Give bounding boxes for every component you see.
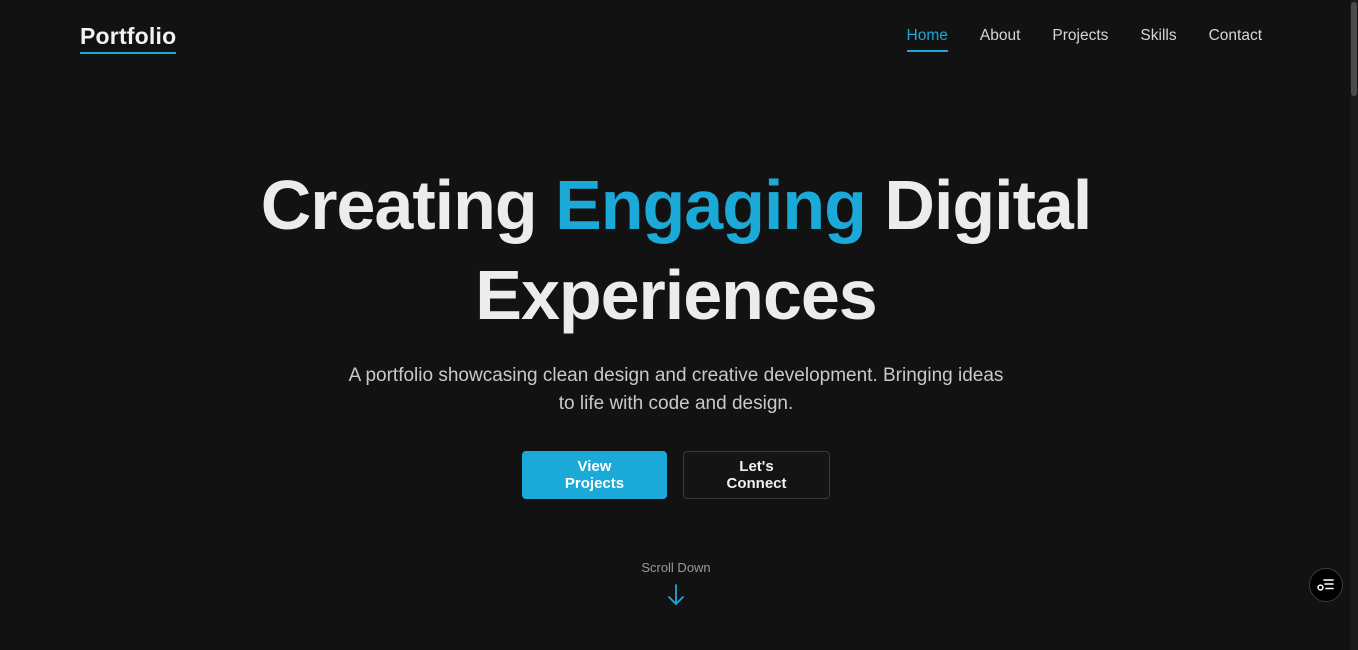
site-header: Portfolio Home About Projects Skills Con… [0,0,1348,76]
hero-buttons: View Projects Let's Connect [0,451,1352,499]
hero-headline: Creating Engaging Digital Experiences [0,160,1352,340]
headline-accent-word: Engaging [555,166,867,244]
hero-subtitle: A portfolio showcasing clean design and … [348,365,1004,414]
nav-link-home[interactable]: Home [906,26,948,52]
headline-line-two: Experiences [475,256,877,334]
nav-link-skills[interactable]: Skills [1140,26,1176,52]
hero-section: Creating Engaging Digital Experiences A p… [0,160,1352,418]
nav-link-contact[interactable]: Contact [1209,26,1262,52]
page: Portfolio Home About Projects Skills Con… [0,0,1358,650]
lets-connect-button[interactable]: Let's Connect [683,451,830,499]
nav-link-about[interactable]: About [980,26,1021,52]
logo[interactable]: Portfolio [80,22,177,54]
arrow-down-icon [668,584,684,605]
headline-text-start: Creating [260,166,556,244]
page-scrollbar[interactable] [1350,0,1358,650]
scrollbar-thumb[interactable] [1351,2,1357,96]
main-nav: Home About Projects Skills Contact [906,26,1262,52]
scroll-down-label: Scroll Down [641,560,711,575]
scroll-indicator[interactable]: Scroll Down [0,560,1352,606]
nav-link-projects[interactable]: Projects [1052,26,1108,52]
list-toggle-icon [1317,579,1334,591]
headline-text-end: Digital [865,166,1092,244]
floating-menu-button[interactable] [1309,568,1343,602]
view-projects-button[interactable]: View Projects [522,451,667,499]
